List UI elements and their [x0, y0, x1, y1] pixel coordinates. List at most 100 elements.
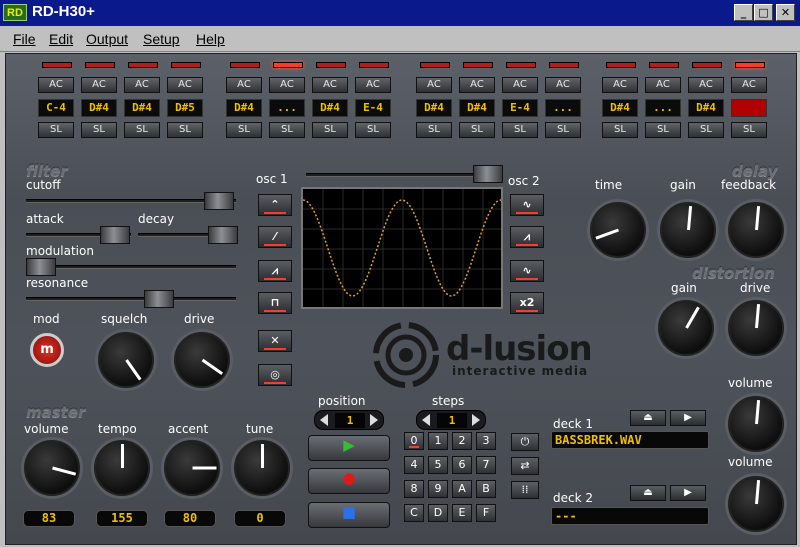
- track-sl-button[interactable]: SL: [645, 122, 681, 138]
- step-key[interactable]: 8: [404, 480, 424, 498]
- track-note[interactable]: C-4: [38, 99, 74, 117]
- step-key[interactable]: 3: [476, 432, 496, 450]
- track-ac-button[interactable]: AC: [124, 77, 160, 93]
- step-key[interactable]: A: [452, 480, 472, 498]
- close-button[interactable]: ✕: [776, 4, 795, 21]
- osc2-wave-button[interactable]: ∿: [510, 260, 544, 282]
- step-key[interactable]: D: [428, 504, 448, 522]
- track-sl-button[interactable]: SL: [502, 122, 538, 138]
- step-key[interactable]: E: [452, 504, 472, 522]
- step-key[interactable]: 2: [452, 432, 472, 450]
- steps-decrement-icon[interactable]: [422, 414, 430, 426]
- master-tempo-knob[interactable]: [94, 440, 150, 496]
- deck2-eject-button[interactable]: ⏏: [630, 485, 666, 501]
- distortion-gain-knob[interactable]: [658, 300, 714, 356]
- track-note[interactable]: ...: [545, 99, 581, 117]
- link-button[interactable]: ⇄: [511, 457, 539, 475]
- modulation-slider-thumb[interactable]: [26, 258, 56, 276]
- drive-knob[interactable]: [174, 332, 230, 388]
- deck2-play-button[interactable]: ▶: [670, 485, 706, 501]
- track-note[interactable]: D#4: [81, 99, 117, 117]
- step-key[interactable]: 6: [452, 456, 472, 474]
- track-sl-button[interactable]: SL: [355, 122, 391, 138]
- track-sl-button[interactable]: SL: [81, 122, 117, 138]
- attack-slider-thumb[interactable]: [100, 226, 130, 244]
- track-note[interactable]: D#4: [459, 99, 495, 117]
- track-note[interactable]: D#4: [226, 99, 262, 117]
- step-key[interactable]: B: [476, 480, 496, 498]
- resonance-slider-thumb[interactable]: [144, 290, 174, 308]
- track-ac-button[interactable]: AC: [502, 77, 538, 93]
- track-sl-button[interactable]: SL: [312, 122, 348, 138]
- decay-slider-thumb[interactable]: [208, 226, 238, 244]
- step-key[interactable]: 1: [428, 432, 448, 450]
- master-volume-knob[interactable]: [24, 440, 80, 496]
- osc2-sine-wave-button[interactable]: ∿: [510, 194, 544, 216]
- track-ac-button[interactable]: AC: [545, 77, 581, 93]
- track-note[interactable]: E-4: [355, 99, 391, 117]
- osc1-noise-button[interactable]: ✕: [258, 330, 292, 352]
- loop-button[interactable]: ⏻: [511, 433, 539, 451]
- menu-edit[interactable]: Edit: [49, 31, 73, 47]
- record-button[interactable]: ●: [308, 468, 390, 494]
- play-button[interactable]: ▶: [308, 435, 390, 461]
- track-note[interactable]: D#4: [688, 99, 724, 117]
- track-note[interactable]: D#4: [312, 99, 348, 117]
- deck2-volume-knob[interactable]: [728, 476, 784, 532]
- track-ac-button[interactable]: AC: [602, 77, 638, 93]
- step-key[interactable]: 5: [428, 456, 448, 474]
- osc2-saw-wave-button[interactable]: ⩘: [510, 226, 544, 248]
- master-accent-knob[interactable]: [164, 440, 220, 496]
- track-sl-button[interactable]: SL: [688, 122, 724, 138]
- step-key[interactable]: F: [476, 504, 496, 522]
- track-sl-button[interactable]: SL: [459, 122, 495, 138]
- track-note[interactable]: D#5: [167, 99, 203, 117]
- track-note[interactable]: D#4: [124, 99, 160, 117]
- squelch-knob[interactable]: [98, 332, 154, 388]
- menu-help[interactable]: Help: [196, 31, 225, 47]
- track-sl-button[interactable]: SL: [167, 122, 203, 138]
- osc1-saw-wave-button[interactable]: ⩘: [258, 260, 292, 282]
- master-tune-knob[interactable]: [234, 440, 290, 496]
- track-ac-button[interactable]: AC: [167, 77, 203, 93]
- track-ac-button[interactable]: AC: [38, 77, 74, 93]
- track-note[interactable]: ...: [269, 99, 305, 117]
- stop-button[interactable]: ■: [308, 502, 390, 528]
- deck1-play-button[interactable]: ▶: [670, 410, 706, 426]
- track-sl-button[interactable]: SL: [124, 122, 160, 138]
- delay-time-knob[interactable]: [590, 202, 646, 258]
- track-sl-button[interactable]: SL: [38, 122, 74, 138]
- track-sl-button[interactable]: SL: [602, 122, 638, 138]
- track-ac-button[interactable]: AC: [645, 77, 681, 93]
- osc1-ramp-wave-button[interactable]: ⁄: [258, 226, 292, 248]
- distortion-drive-knob[interactable]: [728, 300, 784, 356]
- track-sl-button[interactable]: SL: [416, 122, 452, 138]
- menu-setup[interactable]: Setup: [143, 31, 180, 47]
- osc-mix-slider-thumb[interactable]: [473, 165, 503, 183]
- osc1-triangle-wave-button[interactable]: ⌃: [258, 194, 292, 216]
- maximize-button[interactable]: □: [754, 4, 773, 21]
- position-increment-icon[interactable]: [370, 414, 378, 426]
- minimize-button[interactable]: _: [734, 4, 753, 21]
- delay-gain-knob[interactable]: [660, 202, 716, 258]
- cutoff-slider-thumb[interactable]: [204, 192, 234, 210]
- delay-feedback-knob[interactable]: [728, 202, 784, 258]
- track-ac-button[interactable]: AC: [459, 77, 495, 93]
- track-note[interactable]: E-4: [502, 99, 538, 117]
- menu-file[interactable]: File: [13, 31, 36, 47]
- track-ac-button[interactable]: AC: [81, 77, 117, 93]
- step-key[interactable]: 4: [404, 456, 424, 474]
- track-ac-button[interactable]: AC: [269, 77, 305, 93]
- track-ac-button[interactable]: AC: [416, 77, 452, 93]
- title-bar[interactable]: RD RD-H30+ _ □ ✕: [0, 0, 800, 26]
- track-ac-button[interactable]: AC: [688, 77, 724, 93]
- position-spinner[interactable]: 1: [314, 410, 384, 430]
- track-note[interactable]: ...: [645, 99, 681, 117]
- track-note[interactable]: D#4: [602, 99, 638, 117]
- track-note[interactable]: [731, 99, 767, 117]
- osc2-x2-button[interactable]: x2: [510, 292, 544, 314]
- track-note[interactable]: D#4: [416, 99, 452, 117]
- track-ac-button[interactable]: AC: [731, 77, 767, 93]
- position-decrement-icon[interactable]: [320, 414, 328, 426]
- steps-spinner[interactable]: 1: [416, 410, 486, 430]
